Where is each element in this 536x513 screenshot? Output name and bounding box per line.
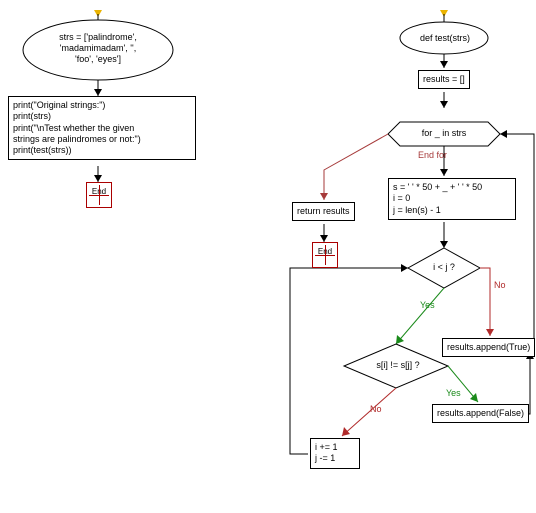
incdec-line1: i += 1 (315, 442, 355, 453)
flowchart-diagram: strs = ['palindrome', 'madamimadam', '',… (0, 0, 536, 513)
prep-line1: s = ' ' * 50 + _ + ' ' * 50 (393, 182, 511, 193)
start-arrow-right (440, 10, 448, 17)
left-print-line2: print(strs) (13, 111, 191, 122)
end-left: End (86, 182, 112, 208)
prep-box: s = ' ' * 50 + _ + ' ' * 50 i = 0 j = le… (388, 178, 516, 220)
cond1-no: No (494, 280, 506, 290)
incdec-line2: j -= 1 (315, 453, 355, 464)
cond1-text: i < j ? (422, 262, 466, 272)
left-print-line1: print("Original strings:") (13, 100, 191, 111)
start-arrow-left (94, 10, 102, 17)
end-right-label: End (313, 247, 337, 256)
left-print-line5: print(test(strs)) (13, 145, 191, 156)
incdec-box: i += 1 j -= 1 (310, 438, 360, 469)
loop-text: for _ in strs (398, 128, 490, 138)
cond2-text: s[i] != s[j] ? (360, 360, 436, 370)
left-print-box: print("Original strings:") print(strs) p… (8, 96, 196, 160)
end-left-label: End (87, 187, 111, 196)
cond2-no: No (370, 404, 382, 414)
left-start-line3: 'foo', 'eyes'] (38, 54, 158, 65)
append-false-box: results.append(False) (432, 404, 529, 423)
append-true-box: results.append(True) (442, 338, 535, 357)
def-text: def test(strs) (410, 33, 480, 43)
endfor-label: End for (418, 150, 447, 160)
cond2-yes: Yes (446, 388, 461, 398)
return-box: return results (292, 202, 355, 221)
left-start-line1: strs = ['palindrome', (38, 32, 158, 43)
left-start-text: strs = ['palindrome', 'madamimadam', '',… (38, 32, 158, 64)
left-print-line3: print("\nTest whether the given (13, 123, 191, 134)
init-box: results = [] (418, 70, 470, 89)
end-right: End (312, 242, 338, 268)
prep-line3: j = len(s) - 1 (393, 205, 511, 216)
prep-line2: i = 0 (393, 193, 511, 204)
left-print-line4: strings are palindromes or not:") (13, 134, 191, 145)
left-start-line2: 'madamimadam', '', (38, 43, 158, 54)
cond1-yes: Yes (420, 300, 435, 310)
